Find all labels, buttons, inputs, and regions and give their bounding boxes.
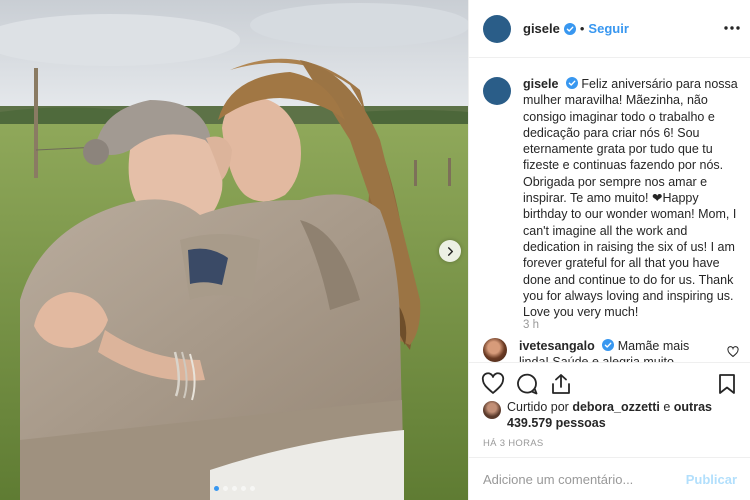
publish-button[interactable]: Publicar xyxy=(686,472,737,487)
follow-button[interactable]: Seguir xyxy=(588,21,628,36)
heart-icon[interactable] xyxy=(481,372,505,396)
comment-input[interactable] xyxy=(483,471,673,487)
carousel-dot xyxy=(222,486,228,491)
verified-badge-icon xyxy=(565,77,578,89)
liker-username[interactable]: debora_ozzetti xyxy=(572,400,660,414)
bookmark-icon[interactable] xyxy=(715,372,739,396)
likes-connector: e xyxy=(663,400,671,414)
photo-scene xyxy=(0,0,468,500)
post-timestamp[interactable]: HÁ 3 HORAS xyxy=(483,438,544,449)
author-avatar[interactable] xyxy=(483,14,511,43)
post-header: gisele • Seguir xyxy=(469,0,750,58)
author-username[interactable]: gisele xyxy=(523,21,560,36)
add-comment-bar: Publicar xyxy=(469,457,750,500)
commenter-username[interactable]: ivetesangalo xyxy=(519,339,595,353)
caption-text: Feliz aniversário para nossa mulher mara… xyxy=(523,77,738,320)
caption-time-ago[interactable]: 3 h xyxy=(523,319,539,331)
carousel-dot xyxy=(213,486,219,491)
more-options-button[interactable] xyxy=(723,19,741,37)
separator-dot: • xyxy=(579,21,585,36)
chevron-right-icon xyxy=(447,246,453,256)
verified-badge-icon xyxy=(563,22,576,35)
carousel-dot xyxy=(231,486,237,491)
caption-username[interactable]: gisele xyxy=(523,77,558,91)
likes-summary: Curtido por debora_ozzetti e outras 439.… xyxy=(483,399,743,431)
comment-icon[interactable] xyxy=(515,372,539,396)
likes-prefix: Curtido por xyxy=(507,400,569,414)
liker-avatar[interactable] xyxy=(483,401,501,419)
comments-section[interactable]: gisele Feliz aniversário para nossa mulh… xyxy=(469,59,750,362)
caption-avatar[interactable] xyxy=(483,77,511,105)
verified-badge-icon xyxy=(602,339,615,351)
more-icon xyxy=(724,26,740,30)
caption-text-block: gisele Feliz aniversário para nossa mulh… xyxy=(523,76,741,320)
likes-text: Curtido por debora_ozzetti e outras 439.… xyxy=(507,399,743,431)
post-photo[interactable] xyxy=(0,0,468,500)
commenter-avatar[interactable] xyxy=(483,338,507,362)
instagram-post: gisele • Seguir gisele Feliz aniversário… xyxy=(0,0,750,500)
post-caption: gisele Feliz aniversário para nossa mulh… xyxy=(483,76,743,320)
carousel-next-button[interactable] xyxy=(439,240,461,262)
carousel-dot xyxy=(240,486,246,491)
carousel-indicator xyxy=(0,486,468,491)
comment-text-block: ivetesangalo Mamãe mais linda! Saúde e a… xyxy=(519,338,709,362)
comment-item: ivetesangalo Mamãe mais linda! Saúde e a… xyxy=(483,338,745,362)
carousel-dot xyxy=(249,486,255,491)
action-bar xyxy=(469,362,750,402)
comment-like-heart-icon[interactable] xyxy=(727,346,739,358)
post-sidebar: gisele • Seguir gisele Feliz aniversário… xyxy=(468,0,750,500)
share-icon[interactable] xyxy=(549,372,573,396)
